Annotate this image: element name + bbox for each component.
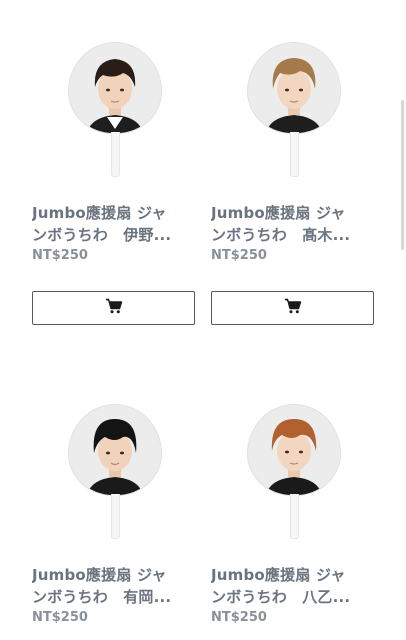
scrollbar[interactable] <box>401 100 404 250</box>
product-card: Jumbo應援扇 ジャ ンボうちわ 髙木... NT$250 <box>211 38 374 325</box>
add-to-cart-button[interactable] <box>211 291 374 325</box>
product-price: NT$250 <box>211 248 267 263</box>
product-title[interactable]: Jumbo應援扇 ジャ ンボうちわ 八乙... <box>211 564 374 608</box>
fan-handle <box>111 132 120 177</box>
uchiwa-fan-image <box>247 404 341 496</box>
uchiwa-fan-image <box>68 404 162 496</box>
fan-handle <box>290 132 299 177</box>
product-image[interactable] <box>211 38 374 188</box>
product-grid-page: Jumbo應援扇 ジャ ンボうちわ 伊野... NT$250 Jumbo應援扇 … <box>0 0 406 640</box>
product-card: Jumbo應援扇 ジャ ンボうちわ 伊野... NT$250 <box>32 38 195 325</box>
product-image[interactable] <box>211 400 374 550</box>
fan-handle <box>290 494 299 539</box>
product-card: Jumbo應援扇 ジャ ンボうちわ 有岡... NT$250 <box>32 400 195 625</box>
add-to-cart-button[interactable] <box>32 291 195 325</box>
uchiwa-fan-image <box>247 42 341 134</box>
product-price: NT$250 <box>32 248 88 263</box>
product-title[interactable]: Jumbo應援扇 ジャ ンボうちわ 髙木... <box>211 202 374 246</box>
product-price: NT$250 <box>32 610 88 625</box>
product-price: NT$250 <box>211 610 267 625</box>
product-title[interactable]: Jumbo應援扇 ジャ ンボうちわ 有岡... <box>32 564 195 608</box>
product-title[interactable]: Jumbo應援扇 ジャ ンボうちわ 伊野... <box>32 202 195 246</box>
product-card: Jumbo應援扇 ジャ ンボうちわ 八乙... NT$250 <box>211 400 374 625</box>
product-image[interactable] <box>32 400 195 550</box>
product-image[interactable] <box>32 38 195 188</box>
cart-icon <box>284 298 302 318</box>
cart-icon <box>105 298 123 318</box>
fan-handle <box>111 494 120 539</box>
uchiwa-fan-image <box>68 42 162 134</box>
